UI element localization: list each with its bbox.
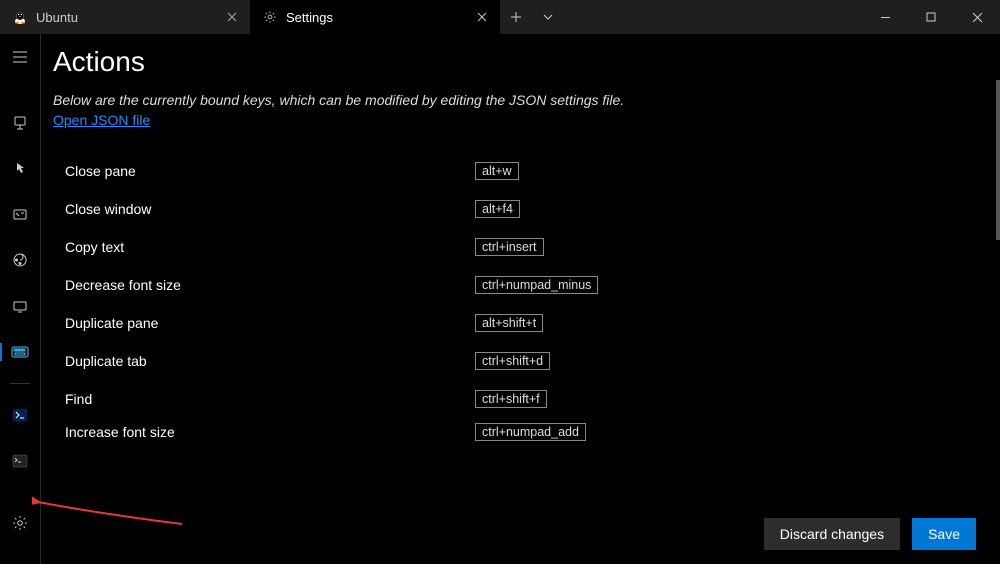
- close-window-button[interactable]: [954, 0, 1000, 34]
- action-row: Close pane alt+w: [65, 152, 940, 190]
- action-label: Copy text: [65, 239, 455, 255]
- action-label: Duplicate pane: [65, 315, 455, 331]
- page-title: Actions: [53, 46, 940, 78]
- action-label: Close pane: [65, 163, 455, 179]
- close-icon[interactable]: [472, 7, 492, 27]
- scrollbar[interactable]: [996, 80, 1000, 240]
- title-bar: Ubuntu Settings: [0, 0, 1000, 34]
- save-button[interactable]: Save: [912, 518, 976, 550]
- action-row: Copy text ctrl+insert: [65, 228, 940, 266]
- action-label: Decrease font size: [65, 277, 455, 293]
- window-controls: [862, 0, 1000, 34]
- keybinding: alt+f4: [475, 200, 520, 218]
- close-icon[interactable]: [222, 7, 242, 27]
- tab-label: Settings: [286, 10, 464, 25]
- actions-list: Close pane alt+w Close window alt+f4 Cop…: [53, 152, 940, 446]
- action-row: Close window alt+f4: [65, 190, 940, 228]
- keybinding: ctrl+shift+d: [475, 352, 550, 370]
- keybinding: ctrl+numpad_add: [475, 423, 586, 441]
- sidebar-item-appearance[interactable]: [0, 200, 40, 230]
- sidebar-item-startup[interactable]: [0, 108, 40, 138]
- keybinding: alt+w: [475, 162, 519, 180]
- new-tab-button[interactable]: [500, 0, 532, 34]
- tab-settings[interactable]: Settings: [250, 0, 500, 34]
- action-row: Find ctrl+shift+f: [65, 380, 940, 418]
- page-description: Below are the currently bound keys, whic…: [53, 92, 940, 108]
- sidebar-item-color-schemes[interactable]: [0, 245, 40, 275]
- hamburger-menu-button[interactable]: [0, 42, 40, 72]
- action-row: Increase font size ctrl+numpad_add: [65, 418, 940, 446]
- sidebar-item-actions[interactable]: [0, 337, 40, 367]
- action-row: Duplicate tab ctrl+shift+d: [65, 342, 940, 380]
- maximize-button[interactable]: [908, 0, 954, 34]
- footer: Discard changes Save: [41, 504, 1000, 564]
- sidebar-settings-gear[interactable]: [0, 508, 40, 538]
- tab-label: Ubuntu: [36, 10, 214, 25]
- sidebar-profile-powershell[interactable]: [0, 400, 40, 430]
- tab-dropdown-button[interactable]: [532, 0, 564, 34]
- sidebar-separator: [10, 383, 30, 384]
- action-label: Duplicate tab: [65, 353, 455, 369]
- discard-changes-button[interactable]: Discard changes: [764, 518, 900, 550]
- action-label: Close window: [65, 201, 455, 217]
- action-row: Duplicate pane alt+shift+t: [65, 304, 940, 342]
- sidebar-profile-cmd[interactable]: [0, 446, 40, 476]
- keybinding: ctrl+numpad_minus: [475, 276, 598, 294]
- keybinding: ctrl+shift+f: [475, 390, 547, 408]
- sidebar-item-rendering[interactable]: [0, 291, 40, 321]
- titlebar-drag-area[interactable]: [564, 0, 862, 34]
- keybinding: ctrl+insert: [475, 238, 544, 256]
- gear-icon: [262, 9, 278, 25]
- tab-ubuntu[interactable]: Ubuntu: [0, 0, 250, 34]
- open-json-file-link[interactable]: Open JSON file: [53, 112, 150, 128]
- sidebar: [0, 34, 40, 564]
- sidebar-item-interaction[interactable]: [0, 154, 40, 184]
- minimize-button[interactable]: [862, 0, 908, 34]
- action-row: Decrease font size ctrl+numpad_minus: [65, 266, 940, 304]
- tux-icon: [12, 9, 28, 25]
- keybinding: alt+shift+t: [475, 314, 543, 332]
- content-pane: Actions Below are the currently bound ke…: [40, 34, 1000, 564]
- action-label: Find: [65, 391, 455, 407]
- action-label: Increase font size: [65, 424, 455, 440]
